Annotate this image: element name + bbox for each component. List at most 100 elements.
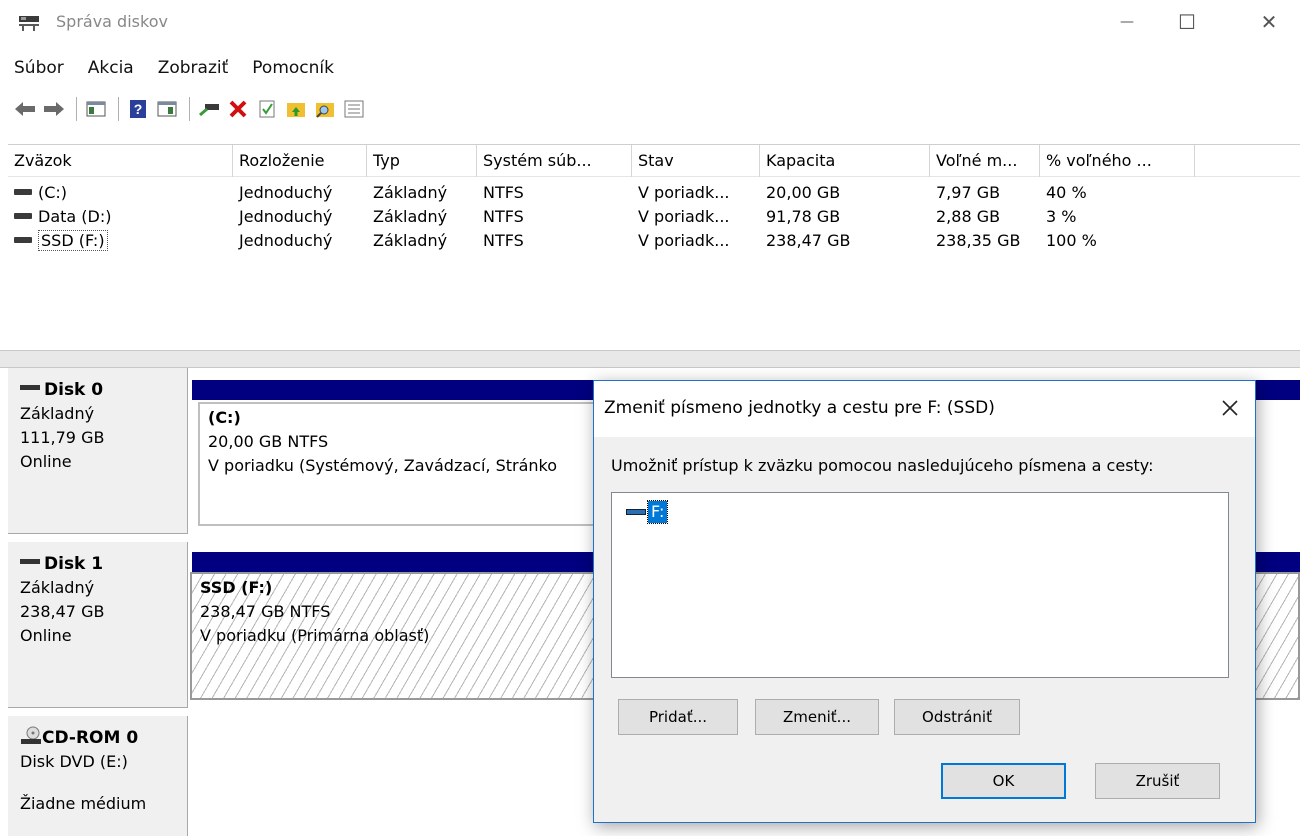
volume-name: Data (D:) <box>38 207 112 226</box>
cell-free-space: 238,35 GB <box>936 231 1021 250</box>
disk-type: Základný <box>20 578 95 597</box>
cell-type: Základný <box>373 207 448 226</box>
cell-layout: Jednoduchý <box>239 231 333 250</box>
column-header-percent-free[interactable]: % voľného ... <box>1040 145 1195 177</box>
open-folder-up-button[interactable] <box>283 96 309 122</box>
forward-button[interactable] <box>41 96 67 122</box>
volume-name: (C:) <box>38 183 68 202</box>
drive-icon <box>14 188 32 195</box>
drive-letter-list[interactable]: F: <box>611 492 1229 678</box>
column-header-type[interactable]: Typ <box>367 145 477 177</box>
cell-status: V poriadk... <box>638 207 730 226</box>
toolbar: ? <box>0 92 1300 126</box>
cell-volume: Data (D:) <box>8 205 233 229</box>
close-window-button[interactable]: ✕ <box>1246 0 1292 44</box>
svg-text:?: ? <box>134 101 143 117</box>
cell-percent-free: 3 % <box>1046 207 1077 226</box>
connect-button[interactable] <box>196 96 222 122</box>
cell-volume: SSD (F:) <box>8 229 233 253</box>
properties-list-button[interactable] <box>341 96 367 122</box>
table-row[interactable]: SSD (F:) Jednoduchý Základný NTFS V pori… <box>8 229 1300 253</box>
cd-drive-icon <box>21 726 41 744</box>
cell-volume: (C:) <box>8 181 233 205</box>
delete-button[interactable] <box>225 96 251 122</box>
change-button[interactable]: Zmeniť... <box>755 699 879 735</box>
disk-name: CD-ROM 0 <box>42 728 139 748</box>
remove-button[interactable]: Odstrániť <box>894 699 1020 735</box>
pane-splitter[interactable] <box>0 350 1300 368</box>
cell-filesystem: NTFS <box>483 183 524 202</box>
minimize-button[interactable]: — <box>1104 0 1150 44</box>
column-header-layout[interactable]: Rozloženie <box>233 145 367 177</box>
add-button[interactable]: Pridať... <box>618 699 738 735</box>
cell-status: V poriadk... <box>638 183 730 202</box>
dialog-close-button[interactable] <box>1215 393 1245 423</box>
close-icon <box>1222 400 1238 416</box>
table-row[interactable]: (C:) Jednoduchý Základný NTFS V poriadk.… <box>8 181 1300 205</box>
cell-status: V poriadk... <box>638 231 730 250</box>
cdrom-0-label[interactable]: CD-ROM 0 Disk DVD (E:) Žiadne médium <box>8 716 188 836</box>
cell-percent-free: 100 % <box>1046 231 1097 250</box>
show-hide-button[interactable] <box>154 96 180 122</box>
disk-0-label[interactable]: Disk 0 Základný 111,79 GB Online <box>8 368 188 534</box>
cell-capacity: 91,78 GB <box>766 207 841 226</box>
title-bar: Správa diskov — ☐ ✕ <box>0 0 1300 44</box>
help-icon: ? <box>130 100 146 118</box>
console-tree-icon <box>86 101 106 117</box>
maximize-icon: ☐ <box>1178 10 1196 34</box>
disk-status: Žiadne médium <box>20 794 147 813</box>
dialog-prompt: Umožniť prístup k zväzku pomocou nasledu… <box>611 456 1154 475</box>
cancel-button[interactable]: Zrušiť <box>1095 763 1220 799</box>
disk-status: Online <box>20 452 72 471</box>
maximize-button[interactable]: ☐ <box>1164 0 1210 44</box>
volume-name: SSD (F:) <box>38 230 108 251</box>
disk-size: 111,79 GB <box>20 428 105 447</box>
drive-icon <box>14 212 32 219</box>
drive-icon <box>14 236 32 243</box>
column-header-free-space[interactable]: Voľné m... <box>930 145 1040 177</box>
volume-list: Zväzok Rozloženie Typ Systém súb... Stav… <box>8 144 1300 350</box>
disk-status: Online <box>20 626 72 645</box>
check-button[interactable] <box>254 96 280 122</box>
table-row[interactable]: Data (D:) Jednoduchý Základný NTFS V por… <box>8 205 1300 229</box>
forward-icon <box>44 102 64 116</box>
toolbar-separator <box>118 97 119 121</box>
column-header-status[interactable]: Stav <box>632 145 760 177</box>
list-item[interactable]: F: <box>626 500 669 524</box>
delete-icon <box>229 100 247 118</box>
menu-view[interactable]: Zobraziť <box>146 52 241 88</box>
disk-1-label[interactable]: Disk 1 Základný 238,47 GB Online <box>8 542 188 708</box>
cell-capacity: 20,00 GB <box>766 183 841 202</box>
column-header-filesystem[interactable]: Systém súb... <box>477 145 632 177</box>
column-header-volume[interactable]: Zväzok <box>8 145 233 177</box>
volume-list-header: Zväzok Rozloženie Typ Systém súb... Stav… <box>8 145 1300 177</box>
help-button[interactable]: ? <box>125 96 151 122</box>
cell-filesystem: NTFS <box>483 207 524 226</box>
change-drive-letter-dialog: Zmeniť písmeno jednotky a cestu pre F: (… <box>593 380 1256 823</box>
disk-type: Disk DVD (E:) <box>20 752 128 771</box>
partition-title: (C:) <box>208 408 241 427</box>
back-icon <box>15 102 35 116</box>
toolbar-separator <box>76 97 77 121</box>
column-header-capacity[interactable]: Kapacita <box>760 145 930 177</box>
cell-layout: Jednoduchý <box>239 183 333 202</box>
disk-name: Disk 0 <box>44 380 104 400</box>
cell-percent-free: 40 % <box>1046 183 1087 202</box>
window-title: Správa diskov <box>56 12 168 31</box>
show-hide-icon <box>157 101 177 117</box>
disk-size: 238,47 GB <box>20 602 105 621</box>
list-item-label: F: <box>646 500 669 524</box>
partition-c[interactable]: (C:) 20,00 GB NTFS V poriadku (Systémový… <box>198 402 618 526</box>
menu-action[interactable]: Akcia <box>76 52 146 88</box>
connect-icon <box>199 104 219 117</box>
disk-icon <box>20 385 40 390</box>
search-folder-button[interactable] <box>312 96 338 122</box>
dialog-title-bar: Zmeniť písmeno jednotky a cestu pre F: (… <box>594 381 1255 437</box>
console-tree-button[interactable] <box>83 96 109 122</box>
disk-name: Disk 1 <box>44 554 104 574</box>
back-button[interactable] <box>12 96 38 122</box>
menu-file[interactable]: Súbor <box>0 52 76 88</box>
ok-button[interactable]: OK <box>941 763 1066 799</box>
menu-help[interactable]: Pomocník <box>240 52 346 88</box>
